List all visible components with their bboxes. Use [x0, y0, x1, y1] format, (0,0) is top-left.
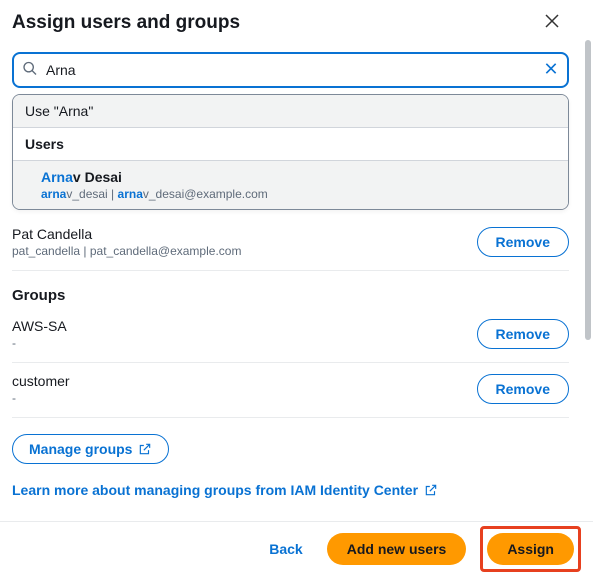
user-name: Pat Candella [12, 226, 241, 242]
manage-groups-button[interactable]: Manage groups [12, 434, 169, 464]
external-link-icon [424, 483, 438, 497]
close-icon [543, 61, 559, 77]
back-button[interactable]: Back [259, 533, 312, 565]
group-sub: - [12, 391, 70, 405]
learn-more-link[interactable]: Learn more about managing groups from IA… [12, 482, 438, 498]
close-icon [543, 12, 561, 30]
user-sub: pat_candella | pat_candella@example.com [12, 244, 241, 258]
remove-group-button[interactable]: Remove [477, 374, 569, 404]
clear-search-button[interactable] [543, 61, 559, 80]
use-literal-option[interactable]: Use "Arna" [13, 95, 568, 128]
group-name: AWS-SA [12, 318, 67, 334]
add-new-users-button[interactable]: Add new users [327, 533, 467, 565]
search-icon [22, 61, 38, 80]
assign-highlight: Assign [480, 526, 581, 572]
scrollbar[interactable] [585, 40, 591, 340]
external-link-icon [138, 442, 152, 456]
groups-header: Groups [12, 287, 569, 304]
assigned-user-row: Pat Candella pat_candella | pat_candella… [12, 216, 569, 271]
group-name: customer [12, 373, 70, 389]
assigned-group-row: AWS-SA - Remove [12, 308, 569, 363]
dialog-body: Assign users and groups Use "Arna" Users… [0, 0, 583, 521]
dropdown-user-option[interactable]: Arnav Desai arnav_desai | arnav_desai@ex… [13, 161, 568, 209]
search-input[interactable] [46, 62, 535, 78]
dropdown-user-name: Arnav Desai [41, 169, 556, 185]
close-button[interactable] [543, 12, 561, 33]
dialog-footer: Back Add new users Assign [0, 521, 593, 575]
search-dropdown: Use "Arna" Users Arnav Desai arnav_desai… [12, 94, 569, 210]
group-sub: - [12, 336, 67, 350]
dropdown-section-header: Users [13, 128, 568, 161]
remove-group-button[interactable]: Remove [477, 319, 569, 349]
remove-user-button[interactable]: Remove [477, 227, 569, 257]
dropdown-user-sub: arnav_desai | arnav_desai@example.com [41, 187, 556, 201]
search-field[interactable] [12, 52, 569, 88]
dialog-title: Assign users and groups [12, 12, 569, 34]
assigned-group-row: customer - Remove [12, 363, 569, 418]
assign-button[interactable]: Assign [487, 533, 574, 565]
